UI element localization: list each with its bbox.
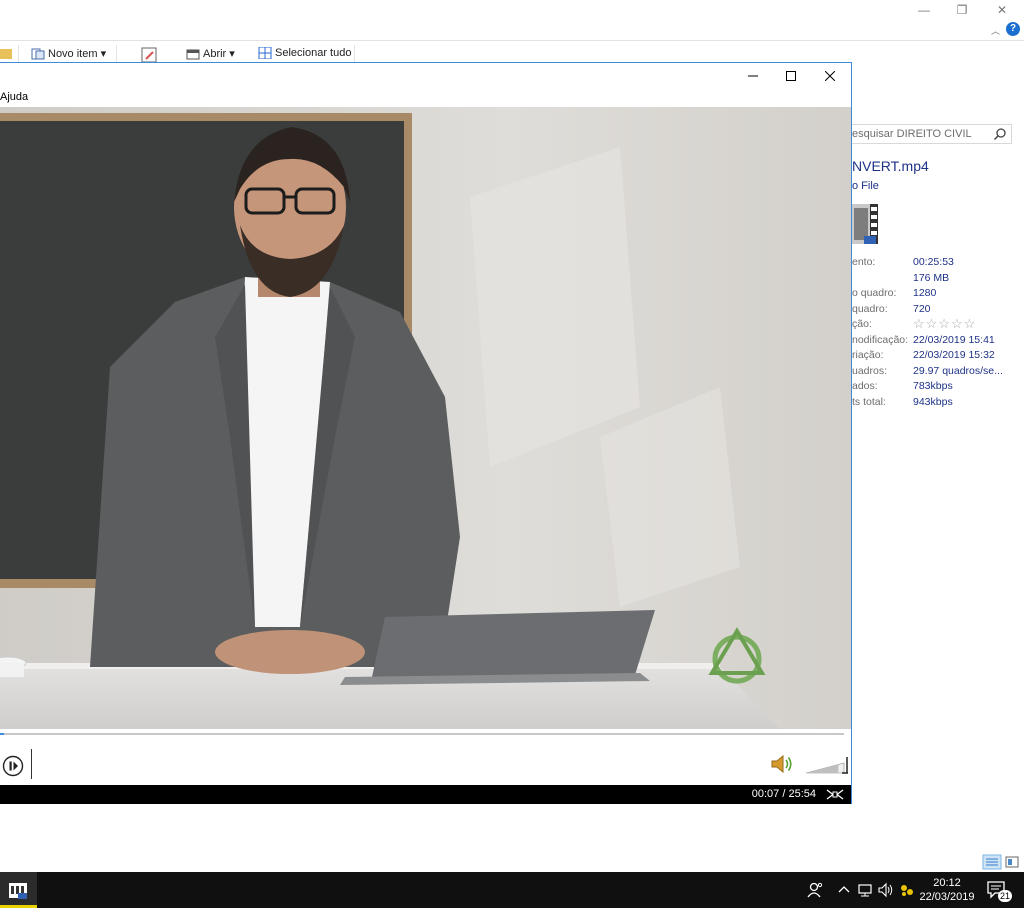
property-label: ts total:: [852, 395, 886, 408]
select-all-icon: [258, 47, 272, 59]
video-frame[interactable]: [0, 107, 851, 729]
new-item-icon: [31, 48, 45, 59]
player-statusbar: 00:07 / 25:54: [0, 785, 851, 804]
clock-date: 22/03/2019: [919, 891, 975, 903]
help-icon[interactable]: ?: [1006, 22, 1020, 36]
volume-slider[interactable]: [804, 755, 850, 775]
maximize-icon: [786, 70, 796, 81]
select-all-label: Selecionar tudo: [275, 47, 352, 59]
file-name: NVERT.mp4: [852, 158, 929, 174]
chevron-up-icon[interactable]: [838, 881, 850, 899]
seek-bar[interactable]: [0, 733, 844, 735]
property-value: 22/03/2019 15:32: [913, 349, 995, 361]
explorer-ribbon: Novo item ▾ Abrir ▾ Selecionar tudo: [0, 40, 1024, 63]
property-value: 176 MB: [913, 271, 950, 284]
notification-count-badge: 21: [998, 890, 1012, 902]
property-value: 783kbps: [913, 380, 953, 392]
property-value: 22/03/2019 15:41: [913, 333, 995, 346]
property-label: quadro:: [852, 302, 888, 315]
explorer-titlebar: — ❐ ✕: [0, 0, 1024, 20]
controls-divider: [31, 749, 32, 779]
property-row: 176 MB: [852, 272, 1024, 287]
property-row: ados: 783kbps: [852, 380, 1024, 395]
media-player-window: Ajuda 00:07 / 25:54: [0, 62, 852, 804]
search-input[interactable]: esquisar DIREITO CIVIL: [852, 124, 1012, 144]
volume-icon[interactable]: [770, 753, 794, 775]
ribbon-divider: [18, 45, 19, 63]
property-row: riação: 22/03/2019 15:32: [852, 349, 1024, 364]
ribbon-divider: [354, 45, 355, 63]
property-row: uadros: 29.97 quadros/se...: [852, 365, 1024, 380]
property-label: uadros:: [852, 364, 888, 377]
property-row: ento: 00:25:53: [852, 256, 1024, 271]
property-value: 29.97 quadros/se...: [913, 364, 1003, 377]
property-value: 00:25:53: [913, 256, 954, 268]
select-all-button[interactable]: Selecionar tudo: [258, 47, 351, 59]
taskbar: 20:12 22/03/2019 21: [0, 872, 1024, 908]
speaker-icon[interactable]: [877, 881, 895, 899]
player-controls: [0, 739, 851, 785]
close-button[interactable]: [811, 63, 849, 88]
network-icon[interactable]: [857, 881, 873, 899]
property-label: ento:: [852, 256, 876, 268]
minimize-icon: [748, 75, 758, 76]
property-value: 943kbps: [913, 395, 953, 408]
maximize-button[interactable]: [772, 63, 810, 88]
media-player-app-icon: [9, 883, 27, 899]
explorer-close-button[interactable]: ✕: [992, 2, 1012, 18]
player-menubar: Ajuda: [0, 88, 851, 107]
details-pane: esquisar DIREITO CIVIL NVERT.mp4 o File …: [852, 62, 1024, 872]
open-label: Abrir ▾: [203, 48, 235, 60]
property-label: ção:: [852, 318, 872, 330]
view-mode-icons: [982, 854, 1019, 870]
rating-stars[interactable]: ☆☆☆☆☆: [913, 317, 976, 330]
search-icon[interactable]: [993, 127, 1007, 141]
ribbon-collapse-icon[interactable]: ︿: [991, 24, 1000, 37]
seek-progress: [0, 733, 4, 735]
folder-icon[interactable]: [0, 49, 12, 59]
property-label: nodificação:: [852, 333, 909, 346]
open-button[interactable]: Abrir ▾: [186, 47, 235, 60]
people-icon[interactable]: [806, 881, 824, 899]
property-value: 720: [913, 302, 931, 315]
search-placeholder: esquisar DIREITO CIVIL: [852, 128, 972, 140]
property-label: riação:: [852, 349, 884, 361]
action-center-button[interactable]: 21: [986, 880, 1012, 902]
tray-app-icon[interactable]: [899, 881, 915, 899]
property-row: o quadro: 1280: [852, 287, 1024, 302]
close-icon: [825, 70, 835, 81]
property-label: o quadro:: [852, 287, 897, 299]
new-item-label: Novo item ▾: [48, 48, 107, 60]
minimize-button[interactable]: [734, 63, 772, 88]
menu-help[interactable]: Ajuda: [0, 91, 28, 103]
ribbon-divider: [116, 45, 117, 63]
taskbar-media-player-app[interactable]: [0, 872, 37, 908]
new-item-button[interactable]: Novo item ▾: [31, 47, 106, 60]
file-type: o File: [852, 180, 879, 192]
property-row: ção: ☆☆☆☆☆: [852, 317, 1024, 333]
property-label: ados:: [852, 380, 878, 392]
explorer-restore-button[interactable]: ❐: [952, 2, 972, 18]
taskbar-clock[interactable]: 20:12 22/03/2019: [914, 876, 980, 904]
video-image: [0, 107, 851, 729]
video-thumbnail-icon: [852, 202, 878, 246]
explorer-minimize-button[interactable]: —: [914, 2, 934, 18]
clock-time: 20:12: [933, 877, 961, 889]
fullscreen-icon[interactable]: [825, 788, 845, 801]
property-row: nodificação: 22/03/2019 15:41: [852, 334, 1024, 349]
property-value: 1280: [913, 287, 937, 299]
time-display: 00:07 / 25:54: [751, 788, 816, 800]
property-row: ts total: 943kbps: [852, 396, 1024, 411]
ribbon-tab-row: ︿ ?: [0, 20, 1024, 40]
pause-button[interactable]: [2, 755, 24, 777]
properties-icon[interactable]: [141, 47, 159, 63]
open-icon: [186, 49, 200, 59]
player-titlebar: [0, 63, 851, 88]
